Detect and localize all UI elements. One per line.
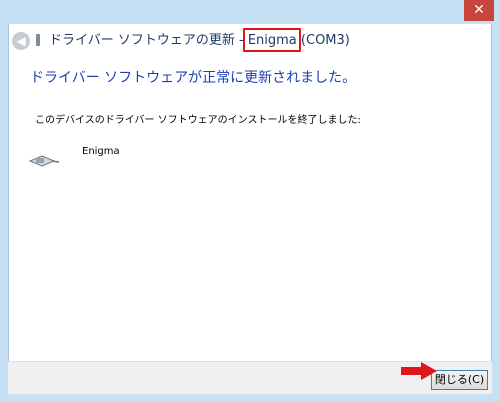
window-frame-right [492,0,500,401]
device-icon [36,34,40,46]
status-heading: ドライバー ソフトウェアが正常に更新されました。 [30,70,357,86]
pointer-arrow-icon [401,362,437,380]
content-area: ◀ ドライバー ソフトウェアの更新 - Enigma (COM3) ドライバー … [8,24,492,394]
window-frame-bottom [0,394,500,401]
com-port-label: (COM3) [300,33,350,48]
close-window-icon[interactable]: ✕ [464,0,494,21]
device-name: Enigma [82,146,120,157]
cable-icon [28,155,60,167]
window-frame-left [0,0,8,401]
dialog-window: ✕ ◀ ドライバー ソフトウェアの更新 - Enigma (COM3) ドライバ… [0,0,500,401]
close-button[interactable]: 閉じる(C) [431,370,488,390]
highlight-box [243,28,301,52]
status-subtext: このデバイスのドライバー ソフトウェアのインストールを終了しました: [35,115,361,126]
title-bar [0,0,500,24]
window-title: ドライバー ソフトウェアの更新 - Enigma (COM3) [49,31,350,51]
back-arrow-icon[interactable]: ◀ [12,32,30,50]
nav-row: ◀ ドライバー ソフトウェアの更新 - Enigma (COM3) [9,24,491,58]
